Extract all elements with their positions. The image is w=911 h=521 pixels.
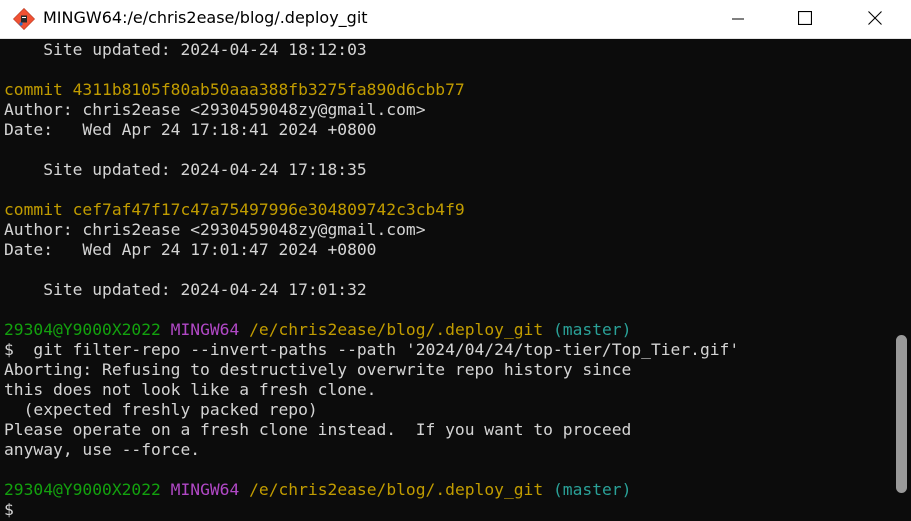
terminal-text-segment: 29304@Y9000X2022 <box>4 480 161 499</box>
terminal-text-segment: commit 4311b8105f80ab50aaa388fb3275fa890… <box>4 80 465 99</box>
terminal-text-segment: anyway, use --force. <box>4 440 201 459</box>
terminal-text-segment: Date: Wed Apr 24 17:18:41 2024 +0800 <box>4 120 377 139</box>
terminal-text-segment: Author: chris2ease <2930459048zy@gmail.c… <box>4 220 426 239</box>
maximize-icon <box>797 10 813 29</box>
terminal-text-segment: (expected freshly packed repo) <box>4 400 318 419</box>
terminal-text-segment: Aborting: Refusing to destructively over… <box>4 360 632 379</box>
terminal-line: (expected freshly packed repo) <box>4 400 739 420</box>
terminal-text-segment: Site updated: 2024-04-24 17:18:35 <box>4 160 367 179</box>
terminal-line: Date: Wed Apr 24 17:18:41 2024 +0800 <box>4 120 739 140</box>
terminal-line: Aborting: Refusing to destructively over… <box>4 360 739 380</box>
terminal-line: commit cef7af47f17c47a75497996e304809742… <box>4 200 739 220</box>
terminal-line: Please operate on a fresh clone instead.… <box>4 420 739 440</box>
terminal-line: 29304@Y9000X2022 MINGW64 /e/chris2ease/b… <box>4 480 739 500</box>
terminal-line: anyway, use --force. <box>4 440 739 460</box>
terminal-text-segment: Site updated: 2024-04-24 17:01:32 <box>4 280 367 299</box>
scrollbar-thumb[interactable] <box>896 335 907 493</box>
terminal-line: Author: chris2ease <2930459048zy@gmail.c… <box>4 100 739 120</box>
terminal-text-segment: MINGW64 <box>170 480 240 499</box>
terminal-text-segment: $ <box>4 500 14 519</box>
terminal-text-segment: Author: chris2ease <2930459048zy@gmail.c… <box>4 100 426 119</box>
terminal-text-segment: MINGW64 <box>170 320 240 339</box>
terminal-text-segment: this does not look like a fresh clone. <box>4 380 377 399</box>
vertical-scrollbar[interactable] <box>893 39 911 521</box>
terminal-text-segment: /e/chris2ease/blog/.deploy_git <box>249 320 544 339</box>
terminal-text-segment: commit cef7af47f17c47a75497996e304809742… <box>4 200 465 219</box>
terminal-line: Author: chris2ease <2930459048zy@gmail.c… <box>4 220 739 240</box>
terminal-text-segment: 29304@Y9000X2022 <box>4 320 161 339</box>
terminal-text-segment: Site updated: 2024-04-24 18:12:03 <box>4 40 367 59</box>
terminal-lines: Site updated: 2024-04-24 18:12:03 commit … <box>4 40 739 520</box>
git-bash-icon <box>12 7 36 31</box>
terminal-text-segment: $ git filter-repo --invert-paths --path … <box>4 340 740 359</box>
terminal-text-segment: (master) <box>552 480 632 499</box>
minimize-icon <box>732 10 744 29</box>
terminal-output[interactable]: Site updated: 2024-04-24 18:12:03 commit … <box>0 39 893 521</box>
window-title: MINGW64:/e/chris2ease/blog/.deploy_git <box>43 8 368 27</box>
minimize-button[interactable] <box>715 0 761 38</box>
close-button[interactable] <box>852 0 898 38</box>
terminal-text-segment: /e/chris2ease/blog/.deploy_git <box>249 480 544 499</box>
terminal-text-segment: Date: Wed Apr 24 17:01:47 2024 +0800 <box>4 240 377 259</box>
terminal-text-segment: Please operate on a fresh clone instead.… <box>4 420 632 439</box>
terminal-line: Site updated: 2024-04-24 17:01:32 <box>4 280 739 300</box>
terminal-line: this does not look like a fresh clone. <box>4 380 739 400</box>
title-bar[interactable]: MINGW64:/e/chris2ease/blog/.deploy_git <box>0 0 911 39</box>
terminal-line: $ git filter-repo --invert-paths --path … <box>4 340 739 360</box>
terminal-line: commit 4311b8105f80ab50aaa388fb3275fa890… <box>4 80 739 100</box>
terminal-line: 29304@Y9000X2022 MINGW64 /e/chris2ease/b… <box>4 320 739 340</box>
terminal-line: Date: Wed Apr 24 17:01:47 2024 +0800 <box>4 240 739 260</box>
terminal-text-segment: (master) <box>552 320 632 339</box>
terminal-line: Site updated: 2024-04-24 18:12:03 <box>4 40 739 60</box>
maximize-button[interactable] <box>782 0 828 38</box>
close-icon <box>868 10 882 29</box>
terminal-line: $ <box>4 500 739 520</box>
terminal-line: Site updated: 2024-04-24 17:18:35 <box>4 160 739 180</box>
